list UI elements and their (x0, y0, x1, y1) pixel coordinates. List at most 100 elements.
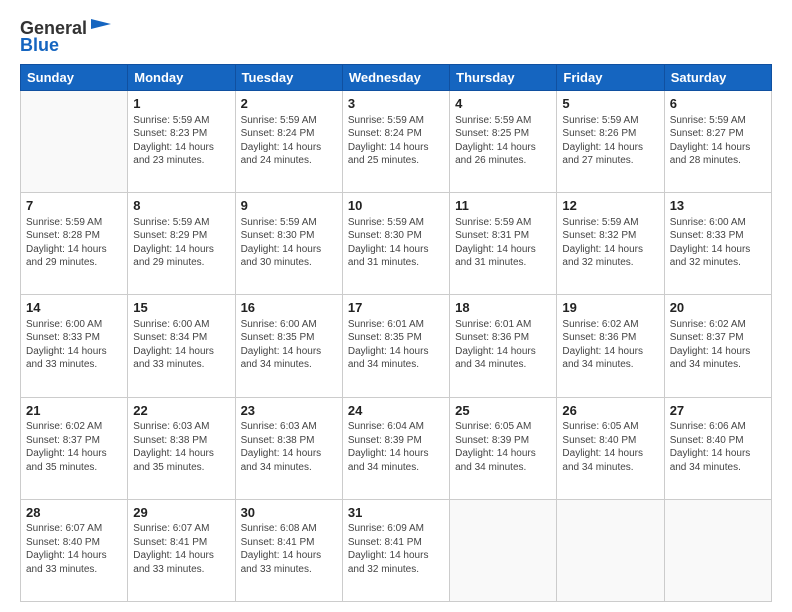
weekday-header-monday: Monday (128, 65, 235, 91)
calendar-cell: 7Sunrise: 5:59 AMSunset: 8:28 PMDaylight… (21, 193, 128, 295)
day-number: 28 (26, 504, 122, 522)
cell-text: Sunrise: 5:59 AMSunset: 8:25 PMDaylight:… (455, 114, 551, 168)
calendar-cell: 15Sunrise: 6:00 AMSunset: 8:34 PMDayligh… (128, 295, 235, 397)
cell-text: Sunrise: 5:59 AMSunset: 8:27 PMDaylight:… (670, 114, 766, 168)
day-number: 21 (26, 402, 122, 420)
cell-text: Sunrise: 6:00 AMSunset: 8:33 PMDaylight:… (670, 216, 766, 270)
weekday-header-saturday: Saturday (664, 65, 771, 91)
day-number: 6 (670, 95, 766, 113)
day-number: 23 (241, 402, 337, 420)
calendar-cell: 26Sunrise: 6:05 AMSunset: 8:40 PMDayligh… (557, 397, 664, 499)
cell-text: Sunrise: 6:02 AMSunset: 8:37 PMDaylight:… (26, 420, 122, 474)
calendar-cell: 30Sunrise: 6:08 AMSunset: 8:41 PMDayligh… (235, 499, 342, 601)
cell-text: Sunrise: 6:07 AMSunset: 8:40 PMDaylight:… (26, 522, 122, 576)
day-number: 20 (670, 299, 766, 317)
calendar-cell: 12Sunrise: 5:59 AMSunset: 8:32 PMDayligh… (557, 193, 664, 295)
calendar-cell (21, 91, 128, 193)
calendar-cell: 31Sunrise: 6:09 AMSunset: 8:41 PMDayligh… (342, 499, 449, 601)
calendar-cell: 18Sunrise: 6:01 AMSunset: 8:36 PMDayligh… (450, 295, 557, 397)
weekday-header-wednesday: Wednesday (342, 65, 449, 91)
weekday-header-sunday: Sunday (21, 65, 128, 91)
calendar-week-0: 1Sunrise: 5:59 AMSunset: 8:23 PMDaylight… (21, 91, 772, 193)
calendar-week-2: 14Sunrise: 6:00 AMSunset: 8:33 PMDayligh… (21, 295, 772, 397)
day-number: 8 (133, 197, 229, 215)
day-number: 24 (348, 402, 444, 420)
day-number: 26 (562, 402, 658, 420)
calendar-cell: 3Sunrise: 5:59 AMSunset: 8:24 PMDaylight… (342, 91, 449, 193)
day-number: 19 (562, 299, 658, 317)
calendar-cell: 25Sunrise: 6:05 AMSunset: 8:39 PMDayligh… (450, 397, 557, 499)
calendar-cell (557, 499, 664, 601)
calendar-cell: 16Sunrise: 6:00 AMSunset: 8:35 PMDayligh… (235, 295, 342, 397)
cell-text: Sunrise: 6:00 AMSunset: 8:34 PMDaylight:… (133, 318, 229, 372)
logo-blue: Blue (20, 35, 59, 56)
day-number: 11 (455, 197, 551, 215)
day-number: 2 (241, 95, 337, 113)
calendar-week-3: 21Sunrise: 6:02 AMSunset: 8:37 PMDayligh… (21, 397, 772, 499)
calendar-cell: 13Sunrise: 6:00 AMSunset: 8:33 PMDayligh… (664, 193, 771, 295)
cell-text: Sunrise: 5:59 AMSunset: 8:23 PMDaylight:… (133, 114, 229, 168)
cell-text: Sunrise: 6:03 AMSunset: 8:38 PMDaylight:… (241, 420, 337, 474)
cell-text: Sunrise: 6:03 AMSunset: 8:38 PMDaylight:… (133, 420, 229, 474)
calendar-cell: 21Sunrise: 6:02 AMSunset: 8:37 PMDayligh… (21, 397, 128, 499)
day-number: 29 (133, 504, 229, 522)
calendar-cell: 17Sunrise: 6:01 AMSunset: 8:35 PMDayligh… (342, 295, 449, 397)
calendar-cell: 27Sunrise: 6:06 AMSunset: 8:40 PMDayligh… (664, 397, 771, 499)
calendar-cell: 9Sunrise: 5:59 AMSunset: 8:30 PMDaylight… (235, 193, 342, 295)
day-number: 9 (241, 197, 337, 215)
calendar-cell: 6Sunrise: 5:59 AMSunset: 8:27 PMDaylight… (664, 91, 771, 193)
cell-text: Sunrise: 6:00 AMSunset: 8:35 PMDaylight:… (241, 318, 337, 372)
cell-text: Sunrise: 5:59 AMSunset: 8:30 PMDaylight:… (348, 216, 444, 270)
calendar-cell: 1Sunrise: 5:59 AMSunset: 8:23 PMDaylight… (128, 91, 235, 193)
weekday-header-thursday: Thursday (450, 65, 557, 91)
weekday-header-friday: Friday (557, 65, 664, 91)
calendar-week-4: 28Sunrise: 6:07 AMSunset: 8:40 PMDayligh… (21, 499, 772, 601)
day-number: 31 (348, 504, 444, 522)
day-number: 13 (670, 197, 766, 215)
logo-flag-icon (89, 19, 111, 35)
calendar-cell: 24Sunrise: 6:04 AMSunset: 8:39 PMDayligh… (342, 397, 449, 499)
calendar-cell (450, 499, 557, 601)
cell-text: Sunrise: 6:04 AMSunset: 8:39 PMDaylight:… (348, 420, 444, 474)
cell-text: Sunrise: 6:05 AMSunset: 8:40 PMDaylight:… (562, 420, 658, 474)
cell-text: Sunrise: 5:59 AMSunset: 8:29 PMDaylight:… (133, 216, 229, 270)
calendar-cell: 28Sunrise: 6:07 AMSunset: 8:40 PMDayligh… (21, 499, 128, 601)
cell-text: Sunrise: 6:02 AMSunset: 8:36 PMDaylight:… (562, 318, 658, 372)
calendar-cell: 4Sunrise: 5:59 AMSunset: 8:25 PMDaylight… (450, 91, 557, 193)
day-number: 15 (133, 299, 229, 317)
header: General Blue (20, 18, 772, 56)
cell-text: Sunrise: 6:08 AMSunset: 8:41 PMDaylight:… (241, 522, 337, 576)
cell-text: Sunrise: 6:06 AMSunset: 8:40 PMDaylight:… (670, 420, 766, 474)
day-number: 17 (348, 299, 444, 317)
cell-text: Sunrise: 6:07 AMSunset: 8:41 PMDaylight:… (133, 522, 229, 576)
calendar-cell: 22Sunrise: 6:03 AMSunset: 8:38 PMDayligh… (128, 397, 235, 499)
calendar-cell: 29Sunrise: 6:07 AMSunset: 8:41 PMDayligh… (128, 499, 235, 601)
cell-text: Sunrise: 6:01 AMSunset: 8:36 PMDaylight:… (455, 318, 551, 372)
day-number: 3 (348, 95, 444, 113)
calendar-cell: 2Sunrise: 5:59 AMSunset: 8:24 PMDaylight… (235, 91, 342, 193)
cell-text: Sunrise: 5:59 AMSunset: 8:24 PMDaylight:… (241, 114, 337, 168)
cell-text: Sunrise: 5:59 AMSunset: 8:28 PMDaylight:… (26, 216, 122, 270)
calendar-cell: 8Sunrise: 5:59 AMSunset: 8:29 PMDaylight… (128, 193, 235, 295)
cell-text: Sunrise: 5:59 AMSunset: 8:30 PMDaylight:… (241, 216, 337, 270)
cell-text: Sunrise: 5:59 AMSunset: 8:24 PMDaylight:… (348, 114, 444, 168)
day-number: 5 (562, 95, 658, 113)
calendar-table: SundayMondayTuesdayWednesdayThursdayFrid… (20, 64, 772, 602)
day-number: 7 (26, 197, 122, 215)
day-number: 4 (455, 95, 551, 113)
cell-text: Sunrise: 6:02 AMSunset: 8:37 PMDaylight:… (670, 318, 766, 372)
cell-text: Sunrise: 6:01 AMSunset: 8:35 PMDaylight:… (348, 318, 444, 372)
calendar-cell: 5Sunrise: 5:59 AMSunset: 8:26 PMDaylight… (557, 91, 664, 193)
cell-text: Sunrise: 5:59 AMSunset: 8:26 PMDaylight:… (562, 114, 658, 168)
cell-text: Sunrise: 6:09 AMSunset: 8:41 PMDaylight:… (348, 522, 444, 576)
calendar-cell: 14Sunrise: 6:00 AMSunset: 8:33 PMDayligh… (21, 295, 128, 397)
page: General Blue SundayMondayTuesdayWednesda… (0, 0, 792, 612)
day-number: 30 (241, 504, 337, 522)
day-number: 1 (133, 95, 229, 113)
cell-text: Sunrise: 6:00 AMSunset: 8:33 PMDaylight:… (26, 318, 122, 372)
day-number: 18 (455, 299, 551, 317)
cell-text: Sunrise: 5:59 AMSunset: 8:32 PMDaylight:… (562, 216, 658, 270)
day-number: 22 (133, 402, 229, 420)
day-number: 25 (455, 402, 551, 420)
calendar-cell: 11Sunrise: 5:59 AMSunset: 8:31 PMDayligh… (450, 193, 557, 295)
